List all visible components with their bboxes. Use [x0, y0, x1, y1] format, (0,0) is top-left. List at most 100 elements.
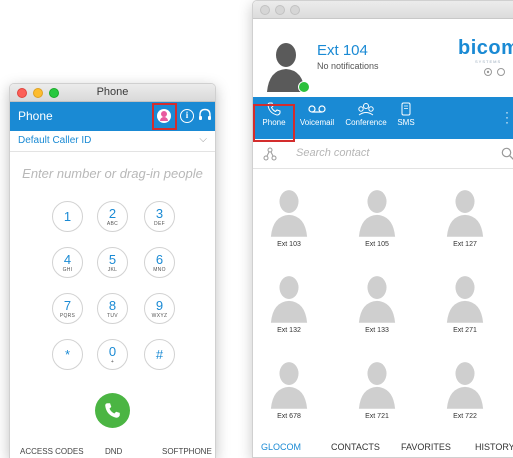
keypad-key-8[interactable]: 8 TUV	[97, 293, 128, 324]
contact-card[interactable]: Ext 132	[259, 273, 319, 334]
nav-conference-label: Conference	[345, 118, 387, 127]
keypad-key-7[interactable]: 7 PQRS	[52, 293, 83, 324]
contact-card[interactable]: Ext 103	[259, 187, 319, 248]
keypad-digit: 6	[155, 252, 164, 267]
keypad-digit: 2	[108, 206, 117, 221]
keypad-key-star[interactable]: *	[52, 339, 83, 370]
chevron-down-icon: ⌵	[199, 134, 207, 145]
keypad-digit: 4	[63, 252, 72, 267]
avatar-icon[interactable]	[157, 109, 171, 123]
keypad-letters: JKL	[107, 267, 118, 273]
keypad-key-0[interactable]: 0 +	[97, 339, 128, 370]
contact-name: Ext 722	[453, 413, 477, 420]
contact-avatar-icon	[446, 362, 484, 409]
contact-avatar-icon	[270, 190, 308, 237]
search-icon[interactable]	[501, 147, 513, 161]
phone-dialer-window: Phone Phone i Default Caller ID ⌵ Enter …	[9, 83, 216, 458]
contact-card[interactable]: Ext 133	[347, 273, 407, 334]
info-icon[interactable]: i	[180, 109, 194, 123]
keypad-digit: 5	[108, 252, 117, 267]
keypad-letters: MNO	[153, 267, 166, 273]
minimize-window-button[interactable]	[275, 5, 285, 15]
dnd-button[interactable]: DND	[105, 447, 122, 456]
keypad-key-4[interactable]: 4 GHI	[52, 247, 83, 278]
contact-search-bar[interactable]: Search contact	[253, 139, 513, 169]
contact-card[interactable]: Ext 678	[259, 359, 319, 420]
tab-favorites[interactable]: FAVORITES	[401, 442, 451, 452]
contact-card[interactable]: Ext 105	[347, 187, 407, 248]
contact-card[interactable]: Ext 127	[435, 187, 495, 248]
contact-avatar-icon	[270, 276, 308, 323]
keypad-letters: PQRS	[59, 313, 76, 319]
keypad-digit: 9	[155, 298, 164, 313]
headset-icon[interactable]	[198, 108, 212, 122]
contact-name: Ext 271	[453, 327, 477, 334]
profile-header: Ext 104 No notifications bicom SYSTEMS	[253, 19, 513, 97]
keypad-digit: #	[155, 347, 164, 362]
contact-card[interactable]: Ext 271	[435, 273, 495, 334]
search-contact-input[interactable]: Search contact	[296, 147, 369, 159]
contact-avatar-icon	[446, 190, 484, 237]
keypad-letters: ABC	[106, 221, 119, 227]
notifications-status[interactable]: No notifications	[317, 61, 379, 71]
keypad-letters: WXYZ	[151, 313, 168, 319]
call-button[interactable]	[95, 393, 130, 428]
keypad-digit: 1	[63, 209, 72, 224]
mobile-phone-icon	[401, 102, 411, 116]
contact-name: Ext 103	[277, 241, 301, 248]
caller-id-select[interactable]: Default Caller ID ⌵	[10, 131, 215, 152]
keypad-digit: 7	[63, 298, 72, 313]
tab-glocom[interactable]: GLOCOM	[261, 442, 301, 452]
phone-header-bar: Phone i	[10, 102, 215, 131]
contact-name: Ext 133	[365, 327, 389, 334]
glocom-main-window: Ext 104 No notifications bicom SYSTEMS P…	[252, 0, 513, 458]
contact-card[interactable]: Ext 722	[435, 359, 495, 420]
keypad-letters: DEF	[154, 221, 165, 227]
keypad-key-6[interactable]: 6 MNO	[144, 247, 175, 278]
tab-contacts[interactable]: CONTACTS	[331, 442, 380, 452]
phone-handset-icon	[105, 403, 120, 418]
voicemail-icon	[308, 105, 326, 113]
brand-tagline: SYSTEMS	[475, 59, 502, 64]
keypad-key-5[interactable]: 5 JKL	[97, 247, 128, 278]
nav-voicemail-label: Voicemail	[299, 118, 335, 127]
presence-status-icon	[298, 81, 310, 93]
keypad-letters: TUV	[107, 313, 118, 319]
keypad-digit: 0	[108, 344, 117, 359]
contact-name: Ext 678	[277, 413, 301, 420]
contact-name: Ext 105	[365, 241, 389, 248]
close-window-button[interactable]	[260, 5, 270, 15]
contact-avatar-icon	[270, 362, 308, 409]
access-codes-button[interactable]: ACCESS CODES	[20, 447, 84, 456]
nav-sms[interactable]: SMS	[393, 97, 419, 139]
phone-window-title: Phone	[96, 86, 129, 98]
nav-sms-label: SMS	[397, 118, 415, 127]
more-options-icon[interactable]: · · ·	[505, 106, 509, 128]
keypad-key-3[interactable]: 3 DEF	[144, 201, 175, 232]
keypad-key-2[interactable]: 2 ABC	[97, 201, 128, 232]
keypad-key-1[interactable]: 1	[52, 201, 83, 232]
keypad-digit: 3	[155, 206, 164, 221]
main-titlebar	[253, 1, 513, 19]
contact-avatar-icon	[358, 190, 396, 237]
keypad-key-9[interactable]: 9 WXYZ	[144, 293, 175, 324]
dial-number-input[interactable]: Enter number or drag-in people	[10, 166, 215, 181]
keypad-letters: GHI	[62, 267, 73, 273]
keypad-digit: 8	[108, 298, 117, 313]
contact-card[interactable]: Ext 721	[347, 359, 407, 420]
conference-icon	[358, 103, 374, 116]
share-icon[interactable]	[263, 147, 277, 161]
nav-conference[interactable]: Conference	[342, 97, 390, 139]
zoom-window-button[interactable]	[290, 5, 300, 15]
keypad-letters: +	[110, 359, 115, 365]
caller-id-value: Default Caller ID	[18, 135, 92, 146]
settings-icon[interactable]	[483, 67, 513, 77]
keypad-key-hash[interactable]: #	[144, 339, 175, 370]
softphone-button[interactable]: SOFTPHONE	[162, 447, 212, 456]
tab-history[interactable]: HISTORY	[475, 442, 513, 452]
desktop: Ext 104 No notifications bicom SYSTEMS P…	[0, 0, 513, 458]
brand-logo: bicom	[458, 37, 513, 59]
contact-name: Ext 132	[277, 327, 301, 334]
nav-voicemail[interactable]: Voicemail	[296, 97, 338, 139]
keypad-digit: *	[64, 347, 71, 362]
